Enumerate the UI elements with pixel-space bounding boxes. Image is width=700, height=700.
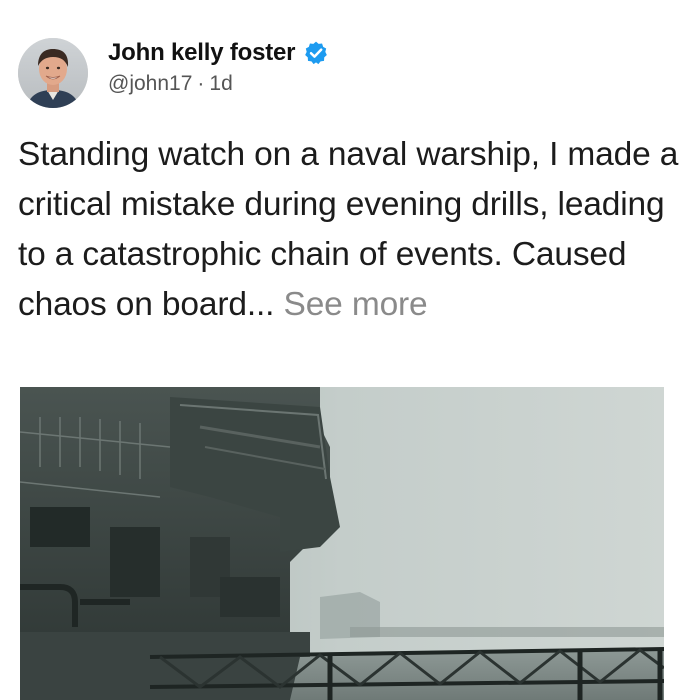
see-more-link[interactable]: See more [284,286,428,323]
avatar[interactable] [18,38,88,108]
post-image[interactable] [20,387,664,700]
author-handle[interactable]: @john17 [108,72,192,95]
post-timestamp[interactable]: 1d [209,72,232,95]
meta-separator: · [197,72,205,95]
warship-photo [20,387,664,700]
post-card: John kelly foster @john17 · 1d Standing wa… [0,0,700,700]
verified-badge-icon [303,40,329,66]
author-name[interactable]: John kelly foster [108,39,296,67]
author-row: John kelly foster [108,38,329,68]
avatar-photo [18,38,88,108]
post-meta: @john17 · 1d [108,72,233,96]
post-body: Standing watch on a naval warship, I mad… [18,130,688,330]
